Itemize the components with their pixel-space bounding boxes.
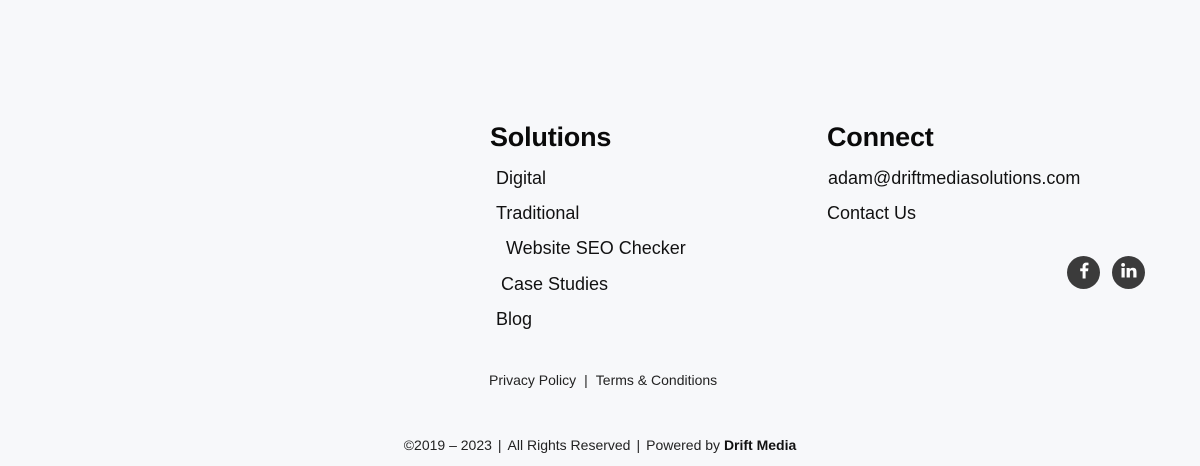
facebook-icon [1076, 261, 1092, 284]
solutions-column: Solutions Digital Traditional Website SE… [490, 118, 790, 329]
copyright-separator: | [497, 437, 502, 453]
legal-separator: | [584, 372, 588, 388]
site-footer: Solutions Digital Traditional Website SE… [0, 0, 1200, 466]
linkedin-button[interactable] [1112, 256, 1145, 289]
privacy-policy-link[interactable]: Privacy Policy [489, 372, 576, 388]
legal-links: Privacy Policy | Terms & Conditions [489, 370, 717, 390]
terms-link[interactable]: Terms & Conditions [596, 372, 717, 388]
linkedin-icon [1120, 262, 1137, 284]
social-links [1067, 256, 1145, 289]
copyright-line: ©2019 – 2023 | All Rights Reserved | Powered… [0, 435, 1200, 455]
copyright-years: ©2019 – 2023 [403, 437, 492, 453]
copyright-separator-2: | [636, 437, 641, 453]
solutions-link-case-studies[interactable]: Case Studies [501, 273, 608, 295]
powered-by-text: Powered by [646, 437, 721, 453]
email-link[interactable]: adam@driftmediasolutions.com [828, 167, 1080, 189]
solutions-link-digital[interactable]: Digital [496, 167, 546, 189]
solutions-link-seo-checker[interactable]: Website SEO Checker [506, 237, 686, 259]
solutions-link-blog[interactable]: Blog [496, 308, 532, 330]
contact-us-link[interactable]: Contact Us [827, 202, 916, 224]
solutions-link-traditional[interactable]: Traditional [496, 202, 579, 224]
connect-column: Connect adam@driftmediasolutions.com Con… [827, 118, 1147, 223]
connect-heading: Connect [827, 122, 934, 152]
brand-link[interactable]: Drift Media [724, 437, 796, 453]
facebook-button[interactable] [1067, 256, 1100, 289]
solutions-heading: Solutions [490, 122, 612, 152]
rights-text: All Rights Reserved [507, 437, 631, 453]
